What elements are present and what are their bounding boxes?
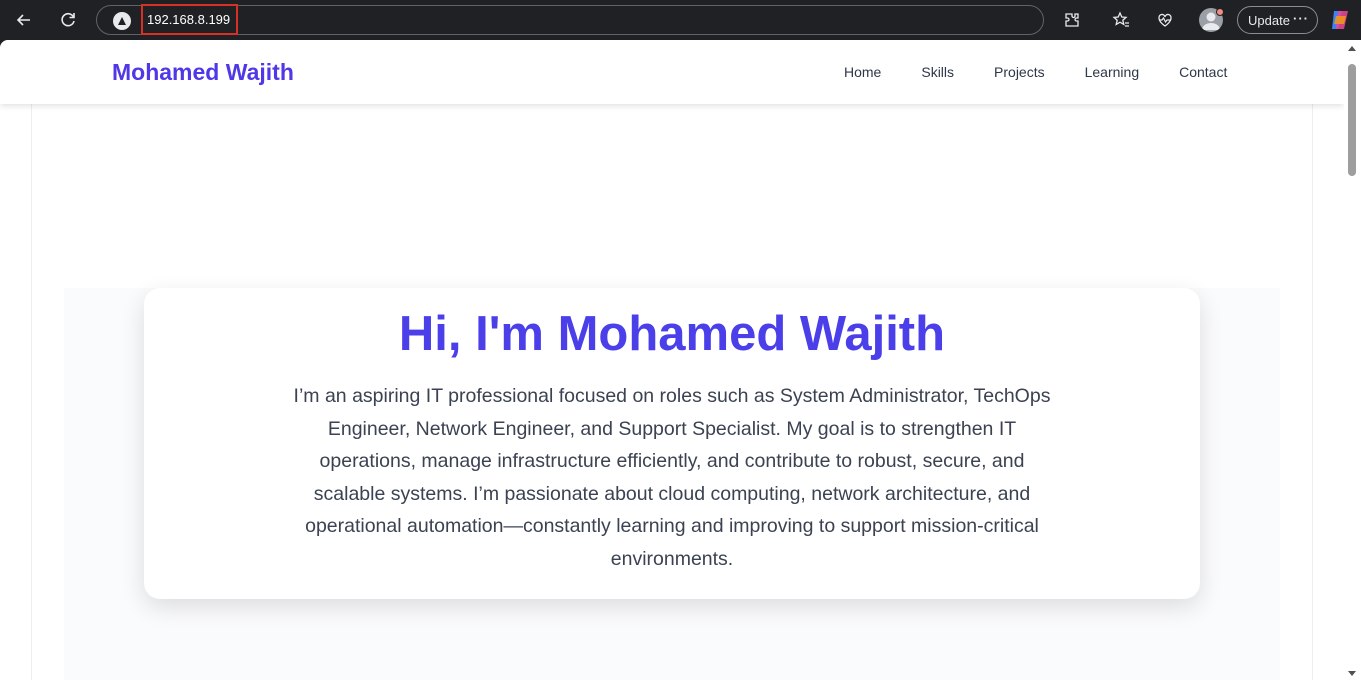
nav-contact[interactable]: Contact bbox=[1179, 64, 1227, 80]
hero-card: Hi, I'm Mohamed Wajith I’m an aspiring I… bbox=[144, 288, 1200, 599]
nav-home[interactable]: Home bbox=[844, 64, 881, 80]
notification-dot bbox=[1216, 8, 1224, 16]
address-bar[interactable]: 192.168.8.199 bbox=[96, 4, 1044, 35]
browser-toolbar: 192.168.8.199 Update ··· bbox=[0, 0, 1361, 40]
scroll-up-icon[interactable] bbox=[1348, 46, 1356, 51]
back-icon[interactable] bbox=[10, 6, 38, 34]
page-scrollbar[interactable] bbox=[1344, 40, 1361, 680]
nav-projects[interactable]: Projects bbox=[994, 64, 1045, 80]
nav-skills[interactable]: Skills bbox=[921, 64, 954, 80]
copilot-icon[interactable] bbox=[1328, 8, 1352, 32]
page-viewport: Mohamed Wajith Home Skills Projects Lear… bbox=[0, 40, 1344, 680]
url-text[interactable]: 192.168.8.199 bbox=[147, 12, 230, 27]
extensions-icon[interactable] bbox=[1058, 6, 1086, 34]
scroll-down-icon[interactable] bbox=[1348, 671, 1356, 676]
update-button[interactable]: Update ··· bbox=[1237, 6, 1318, 34]
more-menu-icon[interactable]: ··· bbox=[1293, 11, 1309, 26]
reload-icon[interactable] bbox=[54, 6, 82, 34]
site-brand[interactable]: Mohamed Wajith bbox=[112, 59, 294, 86]
nav-learning[interactable]: Learning bbox=[1085, 64, 1140, 80]
url-highlight: 192.168.8.199 bbox=[141, 4, 238, 35]
favorites-icon[interactable] bbox=[1107, 6, 1135, 34]
site-navbar: Mohamed Wajith Home Skills Projects Lear… bbox=[0, 40, 1344, 104]
hero-title: Hi, I'm Mohamed Wajith bbox=[398, 307, 946, 361]
nav-links: Home Skills Projects Learning Contact bbox=[844, 64, 1227, 80]
hero-description: I’m an aspiring IT professional focused … bbox=[293, 385, 1051, 570]
update-label: Update bbox=[1248, 12, 1290, 28]
scroll-thumb[interactable] bbox=[1348, 64, 1356, 176]
site-info-icon[interactable] bbox=[113, 12, 131, 30]
browser-essentials-icon[interactable] bbox=[1151, 6, 1179, 34]
